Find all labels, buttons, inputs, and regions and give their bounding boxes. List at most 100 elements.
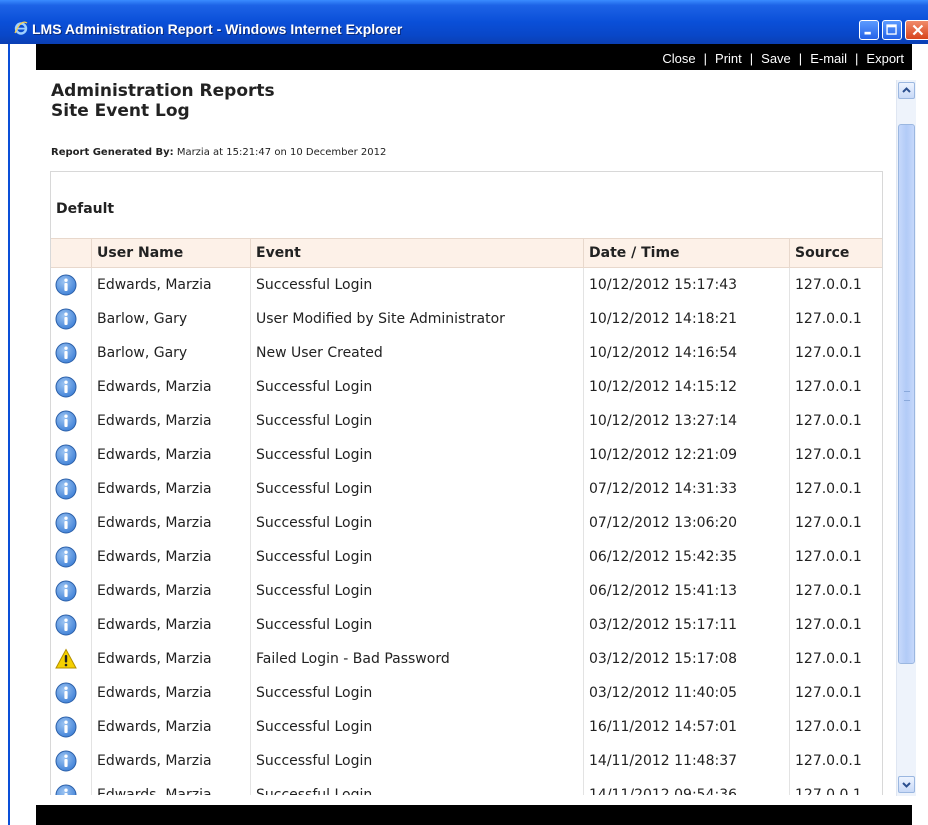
info-icon [55, 580, 77, 602]
info-icon [55, 274, 77, 296]
datetime-cell: 07/12/2012 14:31:33 [583, 472, 790, 506]
print-link[interactable]: Print [715, 51, 742, 66]
datetime-cell: 03/12/2012 15:17:11 [583, 608, 790, 642]
user-name-cell: Barlow, Gary [91, 336, 251, 370]
table-row[interactable]: Edwards, Marzia Successful Login 07/12/201… [51, 472, 882, 506]
source-cell: 127.0.0.1 [789, 642, 882, 676]
table-row[interactable]: Edwards, Marzia Successful Login 14/11/201… [51, 778, 882, 795]
info-icon [55, 308, 77, 330]
source-cell: 127.0.0.1 [789, 302, 882, 336]
row-icon-cell [51, 370, 92, 404]
info-icon [55, 750, 77, 772]
row-icon-cell [51, 336, 92, 370]
internet-explorer-icon [14, 21, 28, 35]
row-icon-cell [51, 676, 92, 710]
report-subheading: Site Event Log [51, 101, 190, 121]
event-cell: Successful Login [250, 438, 584, 472]
user-name-cell: Edwards, Marzia [91, 574, 251, 608]
group-title: Default [56, 201, 115, 217]
row-icon-cell [51, 540, 92, 574]
separator: | [855, 51, 859, 66]
datetime-column-header[interactable]: Date / Time [583, 238, 790, 268]
table-row[interactable]: Edwards, Marzia Successful Login 10/12/201… [51, 370, 882, 404]
table-row[interactable]: Edwards, Marzia Successful Login 03/12/201… [51, 676, 882, 710]
user-name-cell: Edwards, Marzia [91, 267, 251, 302]
source-column-header[interactable]: Source [789, 238, 882, 268]
source-cell: 127.0.0.1 [789, 506, 882, 540]
table-row[interactable]: Edwards, Marzia Successful Login 06/12/201… [51, 574, 882, 608]
minimize-icon [864, 31, 871, 35]
generated-by-value: Marzia at 15:21:47 on 10 December 2012 [176, 147, 387, 158]
event-column-header[interactable]: Event [250, 238, 584, 268]
source-cell: 127.0.0.1 [789, 404, 882, 438]
scroll-grip [904, 391, 910, 401]
datetime-cell: 10/12/2012 14:18:21 [583, 302, 790, 336]
scroll-down-button[interactable] [898, 776, 915, 793]
table-row[interactable]: Edwards, Marzia Successful Login 14/11/201… [51, 744, 882, 778]
info-icon [55, 614, 77, 636]
minimize-button[interactable] [859, 20, 879, 40]
chevron-down-icon [902, 782, 911, 788]
table-row[interactable]: Edwards, Marzia Successful Login 10/12/201… [51, 438, 882, 472]
table-row[interactable]: Edwards, Marzia Failed Login - Bad Passwo… [51, 642, 882, 676]
source-cell: 127.0.0.1 [789, 472, 882, 506]
user-name-cell: Edwards, Marzia [91, 472, 251, 506]
window-close-button[interactable] [905, 20, 928, 40]
info-icon [55, 342, 77, 364]
table-header-row: User Name Event Date / Time Source [51, 238, 882, 268]
table-row[interactable]: Edwards, Marzia Successful Login 07/12/201… [51, 506, 882, 540]
separator: | [703, 51, 708, 66]
source-cell: 127.0.0.1 [789, 540, 882, 574]
close-link[interactable]: Close [662, 51, 695, 66]
row-icon-cell [51, 438, 92, 472]
row-icon-cell [51, 574, 92, 608]
datetime-cell: 14/11/2012 11:48:37 [583, 744, 790, 778]
user-name-cell: Edwards, Marzia [91, 506, 251, 540]
save-link[interactable]: Save [761, 51, 791, 66]
user-name-cell: Edwards, Marzia [91, 710, 251, 744]
event-cell: New User Created [250, 336, 584, 370]
export-link[interactable]: Export [866, 51, 904, 66]
info-icon [55, 444, 77, 466]
maximize-icon [886, 24, 897, 35]
datetime-cell: 10/12/2012 13:27:14 [583, 404, 790, 438]
info-icon [55, 682, 77, 704]
user-name-cell: Edwards, Marzia [91, 642, 251, 676]
user-name-cell: Edwards, Marzia [91, 404, 251, 438]
window-frame [0, 44, 36, 825]
info-icon [55, 546, 77, 568]
datetime-cell: 10/12/2012 12:21:09 [583, 438, 790, 472]
user-name-cell: Edwards, Marzia [91, 370, 251, 404]
info-icon [55, 512, 77, 534]
table-row[interactable]: Barlow, Gary User Modified by Site Admini… [51, 302, 882, 336]
table-row[interactable]: Barlow, Gary New User Created 10/12/2012 1… [51, 336, 882, 370]
event-cell: Successful Login [250, 608, 584, 642]
email-link[interactable]: E-mail [810, 51, 847, 66]
table-row[interactable]: Edwards, Marzia Successful Login 16/11/201… [51, 710, 882, 744]
window-title-bar[interactable]: LMS Administration Report - Windows Inte… [0, 0, 928, 44]
user-name-cell: Edwards, Marzia [91, 676, 251, 710]
warning-icon [55, 648, 77, 669]
table-row[interactable]: Edwards, Marzia Successful Login 10/12/201… [51, 267, 882, 302]
row-icon-cell [51, 302, 92, 336]
table-row[interactable]: Edwards, Marzia Successful Login 10/12/201… [51, 404, 882, 438]
event-cell: Successful Login [250, 540, 584, 574]
event-cell: Successful Login [250, 267, 584, 302]
action-links: Close | Print | Save | E-mail | Export [662, 51, 904, 66]
scroll-up-button[interactable] [898, 82, 915, 99]
row-icon-cell [51, 642, 92, 676]
user-name-cell: Edwards, Marzia [91, 744, 251, 778]
user-name-column-header[interactable]: User Name [91, 238, 251, 268]
row-icon-cell [51, 778, 92, 795]
scroll-thumb[interactable] [898, 124, 915, 664]
close-icon [912, 24, 924, 36]
datetime-cell: 10/12/2012 15:17:43 [583, 267, 790, 302]
event-cell: Successful Login [250, 506, 584, 540]
vertical-scrollbar[interactable] [896, 80, 916, 796]
info-icon [55, 410, 77, 432]
table-row[interactable]: Edwards, Marzia Successful Login 03/12/201… [51, 608, 882, 642]
window-title: LMS Administration Report - Windows Inte… [32, 21, 403, 37]
source-cell: 127.0.0.1 [789, 574, 882, 608]
table-row[interactable]: Edwards, Marzia Successful Login 06/12/201… [51, 540, 882, 574]
maximize-button[interactable] [882, 20, 902, 40]
